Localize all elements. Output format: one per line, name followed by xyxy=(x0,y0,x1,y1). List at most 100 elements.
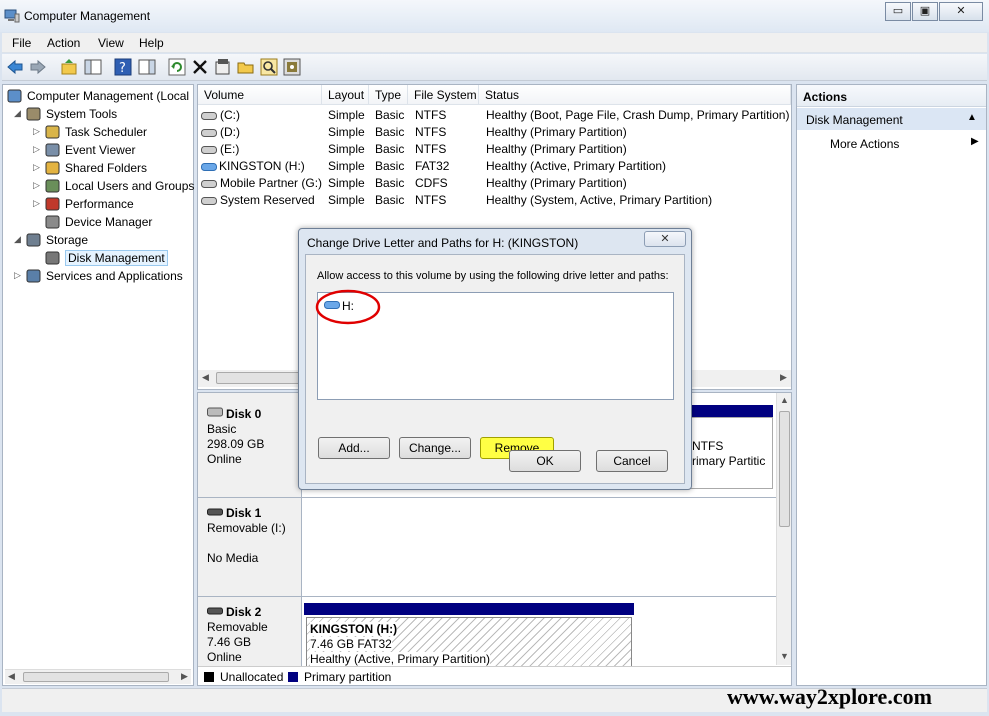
cancel-button[interactable]: Cancel xyxy=(596,450,668,472)
volume-cell: System Reserved xyxy=(220,193,315,207)
removable-drive-icon xyxy=(207,607,223,615)
tree-item[interactable]: ▷ Task Scheduler xyxy=(3,123,191,141)
volume-cell: KINGSTON (H:) xyxy=(219,159,305,173)
disk-2-type: Removable xyxy=(207,620,268,634)
table-row[interactable]: (E:) Simple Basic NTFS Healthy (Primary Part… xyxy=(198,141,791,158)
legend-unallocated-label: Unallocated xyxy=(220,670,284,684)
more-actions-item[interactable]: More Actions ▶ xyxy=(797,133,986,153)
expand-arrow-icon[interactable]: ▷ xyxy=(33,144,40,155)
tree-item[interactable]: ◢ Storage xyxy=(3,231,191,249)
disk-drive-icon xyxy=(207,407,223,417)
expand-arrow-icon[interactable]: ▷ xyxy=(14,270,21,281)
delete-icon[interactable] xyxy=(191,58,209,76)
disk-0-size: 298.09 GB xyxy=(207,437,265,451)
users-icon xyxy=(45,179,60,193)
scroll-left-arrow-icon[interactable]: ◀ xyxy=(202,372,209,383)
close-window-button[interactable]: ✕ xyxy=(939,2,983,21)
scroll-right-arrow-icon[interactable]: ▶ xyxy=(181,671,188,682)
volume-drive-icon xyxy=(201,146,217,154)
svg-text:?: ? xyxy=(119,61,126,76)
drive-paths-list[interactable]: H: xyxy=(315,289,674,400)
tree-item-label: System Tools xyxy=(46,107,118,121)
tree-item[interactable]: ▷ Services and Applications xyxy=(3,267,191,285)
dialog-close-button[interactable]: ✕ xyxy=(644,231,686,247)
collapse-arrow-icon[interactable]: ◢ xyxy=(14,234,21,245)
file-system-cell: NTFS xyxy=(415,108,447,122)
disk-2-partition-bar xyxy=(304,603,634,615)
volume-cell: (D:) xyxy=(220,125,240,139)
watermark: www.way2xplore.com xyxy=(727,684,932,709)
up-folder-icon[interactable] xyxy=(60,58,78,76)
collapse-arrow-icon[interactable]: ◢ xyxy=(14,108,21,119)
expand-arrow-icon[interactable]: ▷ xyxy=(33,162,40,173)
add-button[interactable]: Add... xyxy=(318,437,390,459)
tree-item[interactable]: Disk Management xyxy=(3,249,191,267)
search-icon[interactable] xyxy=(260,58,278,76)
tree-item[interactable]: ▷ Local Users and Groups xyxy=(3,177,194,195)
dialog-instruction: Allow access to this volume by using the… xyxy=(317,270,669,282)
volume-cell: Mobile Partner (G:) xyxy=(220,176,323,190)
actions-section-disk-management[interactable]: Disk Management ▲ xyxy=(797,108,986,130)
column-header-volume[interactable]: Volume xyxy=(198,85,322,105)
show-action-pane-icon[interactable] xyxy=(138,58,156,76)
collapse-arrow-icon[interactable]: ▲ xyxy=(967,112,977,123)
tree-item[interactable]: Computer Management (Local xyxy=(3,87,191,105)
file-system-cell: NTFS xyxy=(415,193,447,207)
menu-bar: File Action View Help xyxy=(2,33,987,53)
minimize-button[interactable]: ▭ xyxy=(885,2,911,21)
tree-item[interactable]: Device Manager xyxy=(3,213,191,231)
table-row[interactable]: Mobile Partner (G:) Simple Basic CDFS Health… xyxy=(198,175,791,192)
type-cell: Basic xyxy=(375,176,405,190)
menu-file[interactable]: File xyxy=(12,36,31,50)
expand-arrow-icon[interactable]: ▷ xyxy=(33,198,40,209)
type-cell: Basic xyxy=(375,142,405,156)
expand-arrow-icon[interactable]: ▷ xyxy=(33,126,40,137)
table-row[interactable]: KINGSTON (H:) Simple Basic FAT32 Healthy (Ac… xyxy=(198,158,791,175)
legend-primary-swatch xyxy=(288,672,298,682)
table-row[interactable]: (D:) Simple Basic NTFS Healthy (Primary Part… xyxy=(198,124,791,141)
forward-arrow-icon[interactable] xyxy=(29,58,47,76)
dialog-title: Change Drive Letter and Paths for H: (KI… xyxy=(307,236,579,250)
disk-vertical-scrollbar[interactable]: ▲ ▼ xyxy=(776,393,791,665)
scroll-down-arrow-icon[interactable]: ▼ xyxy=(780,651,789,661)
tree-item[interactable]: ▷ Performance xyxy=(3,195,191,213)
refresh-icon[interactable] xyxy=(168,58,186,76)
column-header-type[interactable]: Type xyxy=(369,85,408,105)
restore-button[interactable]: ▣ xyxy=(912,2,938,21)
tree-scroll-thumb[interactable] xyxy=(23,672,169,682)
computer-management-icon xyxy=(4,9,20,23)
scroll-left-arrow-icon[interactable]: ◀ xyxy=(8,671,15,682)
ok-button[interactable]: OK xyxy=(509,450,581,472)
back-arrow-icon[interactable] xyxy=(6,58,24,76)
disk-scroll-thumb[interactable] xyxy=(779,411,790,527)
change-button[interactable]: Change... xyxy=(399,437,471,459)
disk-2-state: Online xyxy=(207,650,242,664)
properties-icon[interactable] xyxy=(214,58,232,76)
tree-item[interactable]: ▷ Shared Folders xyxy=(3,159,191,177)
scroll-right-arrow-icon[interactable]: ▶ xyxy=(780,372,787,383)
menu-action[interactable]: Action xyxy=(47,36,80,50)
disk-0-partition[interactable] xyxy=(688,417,773,489)
status-cell: Healthy (Primary Partition) xyxy=(486,176,627,190)
table-row[interactable]: (C:) Simple Basic NTFS Healthy (Boot, Page F… xyxy=(198,107,791,124)
disk-properties-icon[interactable] xyxy=(283,58,301,76)
open-folder-icon[interactable] xyxy=(237,58,255,76)
disk-0-partition-status: rimary Partitic xyxy=(692,454,766,468)
tree-horizontal-scrollbar[interactable]: ◀ ▶ xyxy=(5,669,191,684)
menu-help[interactable]: Help xyxy=(139,36,164,50)
actions-pane: Actions Disk Management ▲ More Actions ▶ xyxy=(796,84,987,686)
column-header-status[interactable]: Status xyxy=(479,85,791,105)
shared-folder-icon xyxy=(45,161,60,175)
table-row[interactable]: System Reserved Simple Basic NTFS Healthy (S… xyxy=(198,192,791,209)
show-hide-tree-icon[interactable] xyxy=(84,58,102,76)
menu-view[interactable]: View xyxy=(98,36,124,50)
tree-item[interactable]: ▷ Event Viewer xyxy=(3,141,191,159)
scroll-up-arrow-icon[interactable]: ▲ xyxy=(780,395,789,405)
disk-1-type: Removable (I:) xyxy=(207,521,286,535)
column-header-file-system[interactable]: File System xyxy=(408,85,479,105)
tree-item[interactable]: ◢ System Tools xyxy=(3,105,191,123)
column-header-layout[interactable]: Layout xyxy=(322,85,369,105)
expand-arrow-icon[interactable]: ▷ xyxy=(33,180,40,191)
status-cell: Healthy (Active, Primary Partition) xyxy=(486,159,667,173)
help-icon[interactable]: ? xyxy=(114,58,132,76)
